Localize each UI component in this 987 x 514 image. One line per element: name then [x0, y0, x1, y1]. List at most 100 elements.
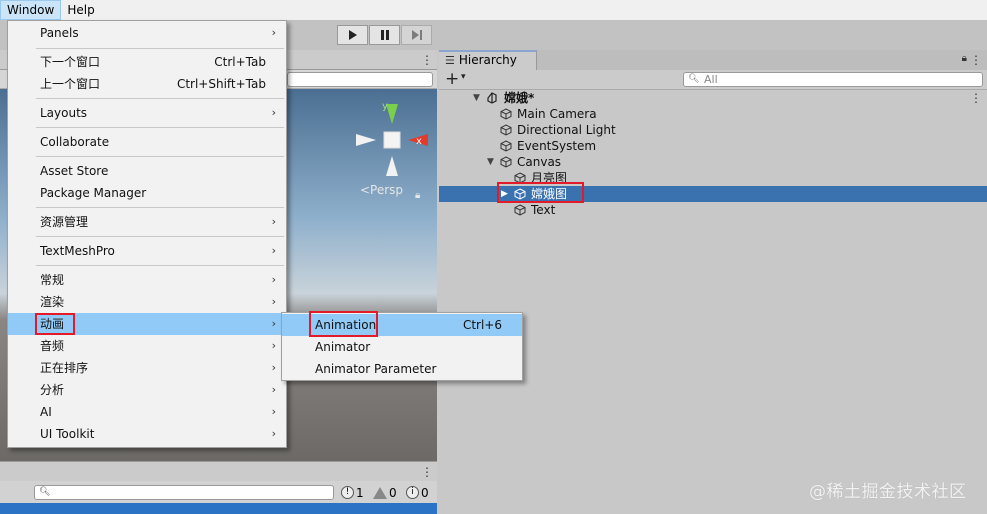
- menu-item-ai[interactable]: AI ›: [8, 401, 286, 423]
- menu-separator: [36, 127, 284, 128]
- hierarchy-search-input[interactable]: 🔍︎ All: [683, 72, 983, 87]
- chevron-right-icon: ›: [271, 244, 276, 257]
- hierarchy-toolbar: + ▾ 🔍︎ All: [439, 70, 987, 90]
- menu-separator: [36, 236, 284, 237]
- warning-icon: [373, 486, 387, 499]
- window-menu: Panels › 下一个窗口 Ctrl+Tab 上一个窗口 Ctrl+Shift…: [7, 20, 287, 448]
- axis-y-label: y: [382, 101, 388, 112]
- menu-item-label: Package Manager: [40, 186, 147, 200]
- hierarchy-item[interactable]: Directional Light: [439, 122, 987, 138]
- menu-help[interactable]: Help: [61, 0, 100, 20]
- gameobject-icon: [514, 204, 526, 216]
- submenu-item-animator-parameter[interactable]: Animator Parameter: [282, 358, 522, 380]
- annotation-highlight-box: [497, 182, 584, 203]
- hierarchy-scene-row[interactable]: ▼ 嫦娥* ⋮: [439, 90, 987, 106]
- message-count: 0: [421, 485, 429, 500]
- menu-item-label: Animator: [315, 340, 371, 354]
- menu-item-previous-window[interactable]: 上一个窗口 Ctrl+Shift+Tab: [8, 73, 286, 95]
- menu-item-asset-management[interactable]: 资源管理 ›: [8, 211, 286, 233]
- info-icon: i: [406, 486, 419, 499]
- chevron-right-icon: ›: [271, 295, 276, 308]
- chevron-right-icon: ›: [271, 215, 276, 228]
- expand-arrow-icon[interactable]: ▼: [473, 90, 480, 106]
- menu-item-package-manager[interactable]: Package Manager: [8, 182, 286, 204]
- search-placeholder: All: [704, 73, 718, 86]
- lock-icon[interactable]: 🔒︎: [962, 53, 967, 64]
- play-icon: [348, 30, 357, 40]
- menu-item-label: 渲染: [40, 295, 65, 309]
- menu-item-shortcut: Ctrl+Tab: [214, 55, 266, 69]
- play-controls: [337, 25, 433, 45]
- hierarchy-tab-bar: ☰ Hierarchy 🔒︎ ⋮: [439, 50, 987, 70]
- warning-count: 0: [389, 485, 397, 500]
- menu-item-rendering[interactable]: 渲染 ›: [8, 291, 286, 313]
- hierarchy-panel: ☰ Hierarchy 🔒︎ ⋮ + ▾ 🔍︎ All ▼ 嫦娥* ⋮ Main …: [439, 50, 987, 514]
- expand-arrow-icon[interactable]: ▼: [487, 154, 494, 170]
- menu-item-textmeshpro[interactable]: TextMeshPro ›: [8, 240, 286, 262]
- console-search-input[interactable]: 🔍︎: [34, 485, 334, 500]
- persp-label[interactable]: <Persp: [360, 183, 403, 197]
- console-tab-bar: ⋮: [0, 461, 437, 481]
- chevron-right-icon: ›: [271, 317, 276, 330]
- menu-item-layouts[interactable]: Layouts ›: [8, 102, 286, 124]
- menu-item-label: AI: [40, 405, 52, 419]
- chevron-down-icon[interactable]: ▾: [461, 72, 466, 82]
- menu-item-label: 分析: [40, 383, 65, 397]
- search-icon: 🔍︎: [688, 74, 700, 84]
- hierarchy-item-label: Text: [531, 203, 556, 217]
- message-count-toggle[interactable]: i 0: [406, 484, 429, 501]
- chevron-right-icon: ›: [271, 339, 276, 352]
- hierarchy-item[interactable]: ▼ Canvas: [439, 154, 987, 170]
- hierarchy-item[interactable]: Text: [439, 202, 987, 218]
- menu-item-label: Animator Parameter: [315, 362, 437, 376]
- tab-hierarchy[interactable]: ☰ Hierarchy: [439, 50, 537, 70]
- menu-item-sequencing[interactable]: 正在排序 ›: [8, 357, 286, 379]
- gameobject-icon: [500, 140, 512, 152]
- menu-separator: [36, 207, 284, 208]
- tab-hierarchy-label: Hierarchy: [458, 53, 517, 67]
- step-button[interactable]: [401, 25, 432, 45]
- menu-item-label: 上一个窗口: [40, 77, 101, 91]
- chevron-right-icon: ›: [271, 361, 276, 374]
- menu-item-analysis[interactable]: 分析 ›: [8, 379, 286, 401]
- menu-item-panels[interactable]: Panels ›: [8, 22, 286, 44]
- kebab-menu-icon[interactable]: ⋮: [970, 53, 982, 67]
- lock-icon[interactable]: 🔒︎: [415, 190, 420, 201]
- menu-bar: Window Help: [0, 0, 987, 20]
- hierarchy-item-label: Canvas: [517, 155, 562, 169]
- error-count-toggle[interactable]: ! 1: [341, 484, 364, 501]
- orientation-gizmo-icon[interactable]: y x: [352, 100, 432, 180]
- menu-item-label: Layouts: [40, 106, 88, 120]
- submenu-item-animator[interactable]: Animator: [282, 336, 522, 358]
- warning-count-toggle[interactable]: 0: [373, 484, 397, 501]
- menu-item-ui-toolkit[interactable]: UI Toolkit ›: [8, 423, 286, 445]
- menu-item-label: 音频: [40, 339, 65, 353]
- chevron-right-icon: ›: [271, 26, 276, 39]
- add-icon[interactable]: +: [445, 70, 459, 89]
- menu-item-label: Panels: [40, 26, 79, 40]
- menu-item-general[interactable]: 常规 ›: [8, 269, 286, 291]
- menu-item-asset-store[interactable]: Asset Store: [8, 160, 286, 182]
- menu-item-label: Asset Store: [40, 164, 109, 178]
- hierarchy-item[interactable]: EventSystem: [439, 138, 987, 154]
- hierarchy-item-label: Directional Light: [517, 123, 616, 137]
- menu-separator: [36, 265, 284, 266]
- menu-item-shortcut: Ctrl+6: [462, 318, 502, 332]
- search-icon: 🔍︎: [39, 487, 51, 497]
- chevron-right-icon: ›: [271, 106, 276, 119]
- menu-item-collaborate[interactable]: Collaborate: [8, 131, 286, 153]
- hierarchy-item-label: Main Camera: [517, 107, 597, 121]
- kebab-menu-icon[interactable]: ⋮: [970, 90, 982, 106]
- menu-item-next-window[interactable]: 下一个窗口 Ctrl+Tab: [8, 51, 286, 73]
- error-icon: !: [341, 486, 354, 499]
- play-button[interactable]: [337, 25, 368, 45]
- kebab-menu-icon[interactable]: ⋮: [421, 53, 433, 67]
- kebab-menu-icon[interactable]: ⋮: [421, 465, 433, 479]
- watermark: @稀土掘金技术社区: [809, 482, 967, 502]
- pause-button[interactable]: [369, 25, 400, 45]
- scene-search-input[interactable]: [287, 72, 433, 87]
- menu-item-audio[interactable]: 音频 ›: [8, 335, 286, 357]
- hierarchy-item[interactable]: Main Camera: [439, 106, 987, 122]
- chevron-right-icon: ›: [271, 383, 276, 396]
- menu-window[interactable]: Window: [0, 0, 62, 20]
